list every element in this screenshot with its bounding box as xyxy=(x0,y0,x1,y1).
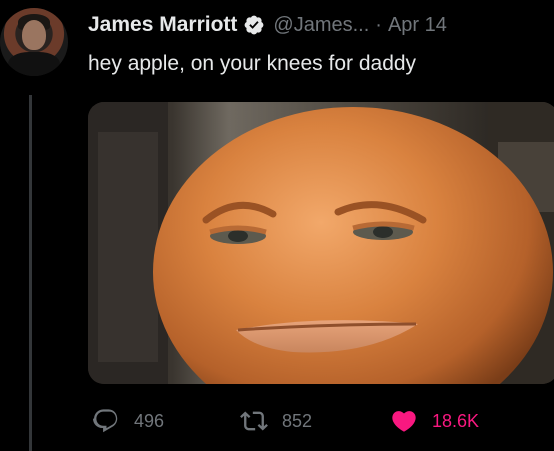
heart-icon xyxy=(392,411,416,432)
tweet-image[interactable] xyxy=(88,102,554,384)
author-name[interactable]: James Marriott xyxy=(88,13,237,37)
tweet-header: James Marriott @James... · Apr 14 xyxy=(88,10,447,40)
retweet-count: 852 xyxy=(282,410,313,431)
reply-icon xyxy=(92,409,118,433)
retweet-icon xyxy=(240,411,268,431)
verified-badge-icon xyxy=(243,14,265,36)
like-count: 18.6K xyxy=(432,410,480,431)
orange-face-image xyxy=(88,102,554,384)
tweet-date[interactable]: Apr 14 xyxy=(388,14,447,37)
separator-dot: · xyxy=(375,13,382,36)
author-handle[interactable]: @James... xyxy=(273,14,369,37)
reply-count: 496 xyxy=(134,410,165,431)
retweet-button[interactable]: 852 xyxy=(240,403,312,439)
avatar[interactable] xyxy=(0,8,68,76)
like-button[interactable]: 18.6K xyxy=(390,403,479,439)
thread-line xyxy=(29,95,32,451)
tweet-actions: 496 852 18.6K xyxy=(88,403,528,439)
tweet-text: hey apple, on your knees for daddy xyxy=(88,52,417,75)
reply-button[interactable]: 496 xyxy=(92,403,164,439)
